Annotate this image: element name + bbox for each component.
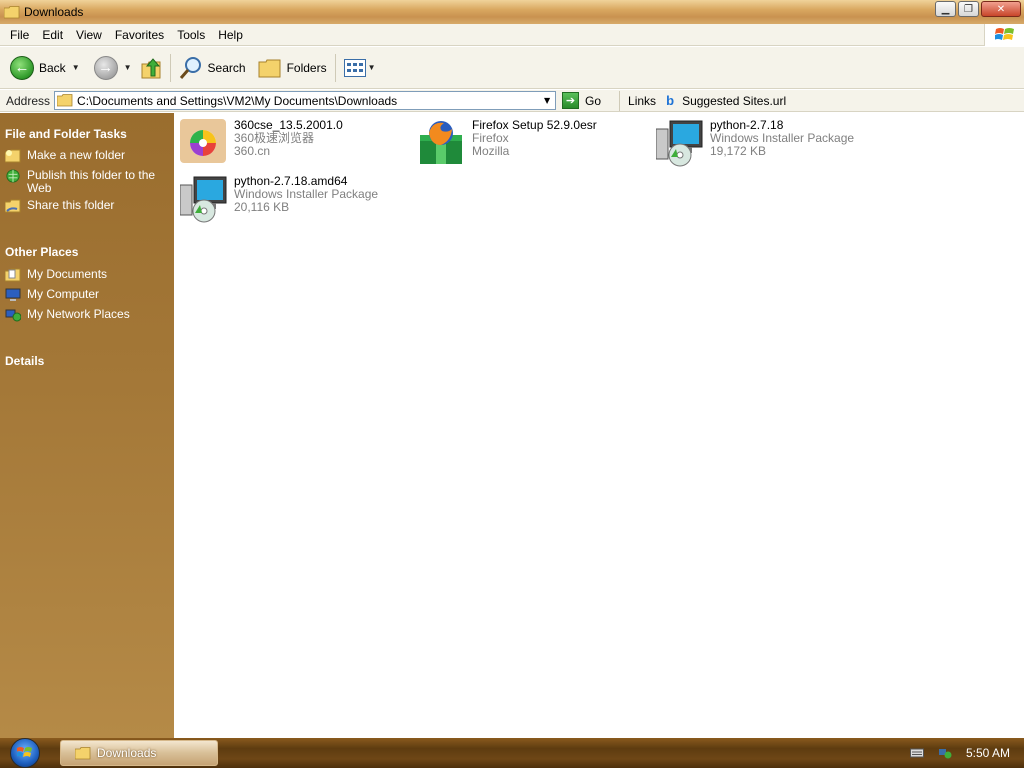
views-button[interactable]: ▼ — [340, 51, 380, 85]
installer-icon — [179, 175, 228, 223]
folder-icon — [75, 746, 91, 759]
close-button[interactable]: ✕ — [981, 1, 1021, 17]
clock[interactable]: 5:50 AM — [966, 746, 1010, 760]
taskbar-task-label: Downloads — [97, 746, 157, 760]
menu-bar: File Edit View Favorites Tools Help — [0, 24, 1024, 46]
forward-dropdown-icon[interactable]: ▼ — [124, 63, 132, 72]
views-icon — [343, 58, 366, 77]
file-company: Mozilla — [472, 144, 510, 158]
my-documents-icon — [5, 268, 21, 282]
windows-flag-icon — [984, 24, 1024, 46]
address-dropdown-icon[interactable]: ▼ — [539, 92, 555, 109]
window-title: Downloads — [24, 5, 84, 19]
other-places-heading[interactable]: Other Places — [0, 241, 174, 263]
forward-arrow-icon: → — [93, 55, 118, 80]
links-label[interactable]: Links — [619, 90, 656, 111]
menu-help[interactable]: Help — [212, 24, 250, 46]
maximize-button[interactable]: ❐ — [958, 1, 979, 17]
file-size: 19,172 KB — [710, 144, 767, 158]
share-folder-icon — [5, 199, 21, 213]
task-pane: File and Folder Tasks Make a new folder … — [0, 113, 174, 738]
my-network-places-link[interactable]: My Network Places — [0, 308, 174, 328]
folders-label: Folders — [286, 60, 327, 75]
back-label: Back — [39, 60, 66, 75]
publish-folder-link[interactable]: Publish this folder to the Web — [0, 169, 174, 195]
go-button[interactable]: ➔ Go — [562, 92, 601, 109]
address-label: Address — [6, 93, 51, 108]
file-item-360cse[interactable]: 360cse_13.5.2001.0 360极速浏览器 360.cn — [180, 119, 410, 167]
up-folder-button[interactable] — [136, 51, 166, 85]
toolbar-separator — [169, 53, 171, 82]
details-heading[interactable]: Details — [0, 350, 174, 372]
search-button[interactable]: Search — [175, 51, 250, 85]
file-company: 360.cn — [234, 144, 271, 158]
windows-logo-icon — [17, 747, 32, 757]
up-folder-icon — [141, 57, 161, 78]
menu-tools[interactable]: Tools — [171, 24, 212, 46]
folders-icon — [258, 59, 281, 77]
suggested-sites-link[interactable]: b Suggested Sites.url — [666, 92, 787, 108]
file-item-python-2.7.18[interactable]: python-2.7.18 Windows Installer Package … — [655, 119, 886, 167]
folder-icon — [3, 5, 20, 19]
network-icon[interactable] — [938, 747, 952, 759]
file-item-firefox-setup[interactable]: Firefox Setup 52.9.0esr Firefox Mozilla — [418, 119, 648, 167]
suggested-sites-label: Suggested Sites.url — [682, 93, 787, 108]
address-input[interactable]: C:\Documents and Settings\VM2\My Documen… — [54, 91, 557, 110]
start-button[interactable] — [10, 738, 40, 768]
taskbar: Downloads 5:50 AM — [0, 738, 1024, 768]
address-path: C:\Documents and Settings\VM2\My Documen… — [77, 93, 398, 108]
back-button[interactable]: ← Back ▼ — [6, 51, 84, 85]
share-folder-link[interactable]: Share this folder — [0, 199, 174, 219]
my-documents-link[interactable]: My Documents — [0, 268, 174, 288]
go-label: Go — [585, 93, 602, 108]
menu-favorites[interactable]: Favorites — [109, 24, 171, 46]
firefox-icon — [418, 119, 466, 167]
go-arrow-icon: ➔ — [562, 92, 580, 109]
menu-edit[interactable]: Edit — [36, 24, 70, 46]
my-computer-icon — [5, 288, 21, 301]
views-dropdown-icon[interactable]: ▼ — [368, 63, 376, 72]
file-item-python-2.7.18-amd64[interactable]: python-2.7.18.amd64 Windows Installer Pa… — [179, 175, 410, 223]
file-list: 360cse_13.5.2001.0 360极速浏览器 360.cn Firef… — [174, 113, 1024, 738]
make-new-folder-link[interactable]: Make a new folder — [0, 149, 174, 169]
address-bar: Address C:\Documents and Settings\VM2\My… — [0, 90, 1024, 112]
menu-view[interactable]: View — [70, 24, 109, 46]
network-places-icon — [5, 309, 21, 322]
my-computer-link[interactable]: My Computer — [0, 288, 174, 308]
forward-button[interactable]: → ▼ — [90, 51, 136, 85]
back-dropdown-icon[interactable]: ▼ — [72, 63, 80, 72]
file-folder-tasks-heading[interactable]: File and Folder Tasks — [0, 123, 174, 145]
search-label: Search — [207, 60, 246, 75]
folders-button[interactable]: Folders — [254, 51, 331, 85]
keyboard-icon[interactable] — [909, 747, 924, 759]
title-bar: Downloads ▁ ❐ ✕ — [0, 0, 1024, 24]
360-browser-icon — [180, 119, 228, 167]
search-icon — [179, 56, 201, 79]
system-tray: 5:50 AM — [884, 738, 1024, 768]
taskbar-downloads-button[interactable]: Downloads — [60, 740, 218, 766]
file-size: 20,116 KB — [234, 200, 290, 214]
folder-icon — [57, 94, 73, 107]
publish-web-icon — [6, 169, 20, 183]
minimize-button[interactable]: ▁ — [935, 1, 956, 17]
toolbar: ← Back ▼ → ▼ Search Folders ▼ — [0, 47, 1024, 89]
back-arrow-icon: ← — [10, 55, 34, 80]
bing-icon: b — [666, 92, 675, 108]
menu-file[interactable]: File — [0, 24, 36, 46]
installer-icon — [655, 119, 704, 167]
new-folder-icon — [5, 149, 21, 163]
toolbar-separator — [334, 53, 336, 82]
